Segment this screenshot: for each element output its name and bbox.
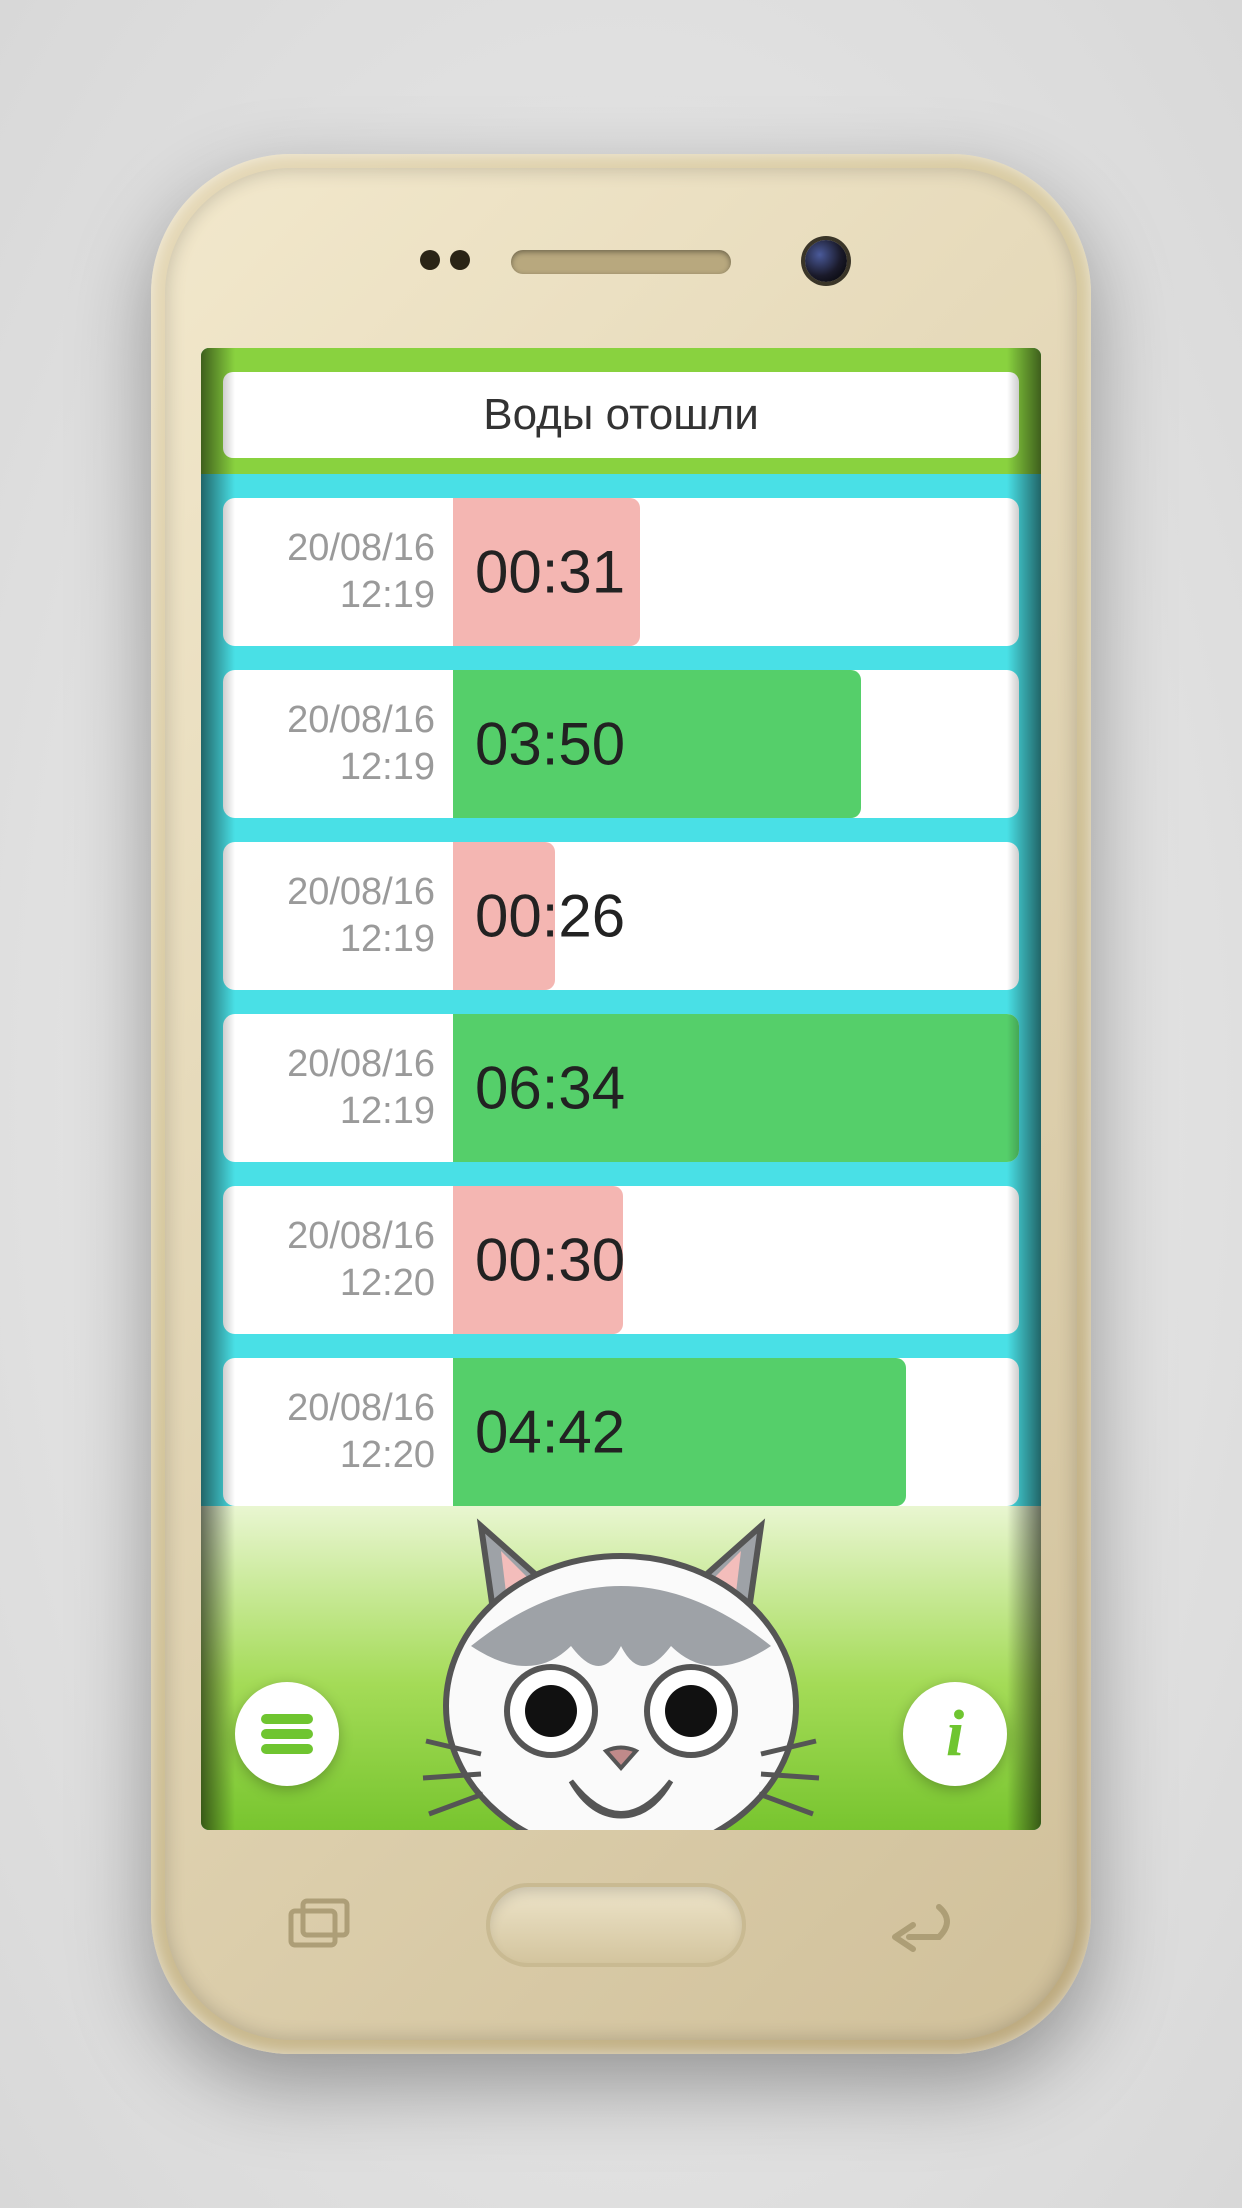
cat-illustration-icon (411, 1496, 831, 1830)
duration-text: 04:42 (475, 1398, 625, 1467)
entry-time: 12:19 (340, 916, 435, 964)
list-item[interactable]: 20/08/1612:19 06:34 (223, 1014, 1019, 1162)
duration-bar-wrap: 03:50 (453, 670, 1019, 818)
duration-bar-wrap: 00:31 (453, 498, 1019, 646)
duration-text: 06:34 (475, 1054, 625, 1123)
entry-time: 12:19 (340, 572, 435, 620)
list-item[interactable]: 20/08/1612:19 00:31 (223, 498, 1019, 646)
recents-softkey-icon[interactable] (285, 1897, 355, 1953)
phone-top-hardware (165, 168, 1077, 348)
duration-text: 00:26 (475, 882, 625, 951)
earpiece-speaker-icon (511, 250, 731, 274)
screen: Воды отошли 20/08/1612:1900:3120/08/1612… (201, 348, 1041, 1830)
phone-frame: Воды отошли 20/08/1612:1900:3120/08/1612… (151, 154, 1091, 2054)
entry-datetime: 20/08/1612:20 (223, 1186, 453, 1334)
app-footer: i (201, 1506, 1041, 1830)
entry-time: 12:20 (340, 1432, 435, 1480)
entry-date: 20/08/16 (287, 1213, 435, 1261)
proximity-sensor-icon (420, 250, 470, 270)
entry-date: 20/08/16 (287, 1041, 435, 1089)
home-button[interactable] (486, 1883, 746, 1967)
duration-bar-wrap: 00:30 (453, 1186, 1019, 1334)
duration-bar-wrap: 06:34 (453, 1014, 1019, 1162)
header-title-text: Воды отошли (483, 390, 759, 439)
entries-list[interactable]: 20/08/1612:1900:3120/08/1612:1903:5020/0… (201, 474, 1041, 1506)
info-icon: i (946, 1701, 964, 1767)
list-item[interactable]: 20/08/1612:20 00:30 (223, 1186, 1019, 1334)
phone-body: Воды отошли 20/08/1612:1900:3120/08/1612… (165, 168, 1077, 2040)
entry-date: 20/08/16 (287, 869, 435, 917)
hamburger-icon (261, 1714, 313, 1754)
menu-button[interactable] (235, 1682, 339, 1786)
app-root: Воды отошли 20/08/1612:1900:3120/08/1612… (201, 348, 1041, 1830)
app-header: Воды отошли (201, 348, 1041, 474)
entry-datetime: 20/08/1612:19 (223, 1014, 453, 1162)
header-title-bar[interactable]: Воды отошли (223, 372, 1019, 458)
duration-bar-wrap: 04:42 (453, 1358, 1019, 1506)
info-button[interactable]: i (903, 1682, 1007, 1786)
entry-datetime: 20/08/1612:20 (223, 1358, 453, 1506)
duration-bar-wrap: 00:26 (453, 842, 1019, 990)
duration-text: 03:50 (475, 710, 625, 779)
list-item[interactable]: 20/08/1612:19 00:26 (223, 842, 1019, 990)
list-item[interactable]: 20/08/1612:20 04:42 (223, 1358, 1019, 1506)
entry-datetime: 20/08/1612:19 (223, 498, 453, 646)
entry-datetime: 20/08/1612:19 (223, 670, 453, 818)
entry-date: 20/08/16 (287, 525, 435, 573)
duration-text: 00:30 (475, 1226, 625, 1295)
front-camera-icon (805, 240, 847, 282)
duration-text: 00:31 (475, 538, 625, 607)
android-softkeys (165, 1850, 1077, 2000)
entry-time: 12:19 (340, 744, 435, 792)
entry-date: 20/08/16 (287, 1385, 435, 1433)
entry-time: 12:19 (340, 1088, 435, 1136)
entry-time: 12:20 (340, 1260, 435, 1308)
entry-datetime: 20/08/1612:19 (223, 842, 453, 990)
back-softkey-icon[interactable] (877, 1897, 957, 1953)
entry-date: 20/08/16 (287, 697, 435, 745)
list-item[interactable]: 20/08/1612:19 03:50 (223, 670, 1019, 818)
